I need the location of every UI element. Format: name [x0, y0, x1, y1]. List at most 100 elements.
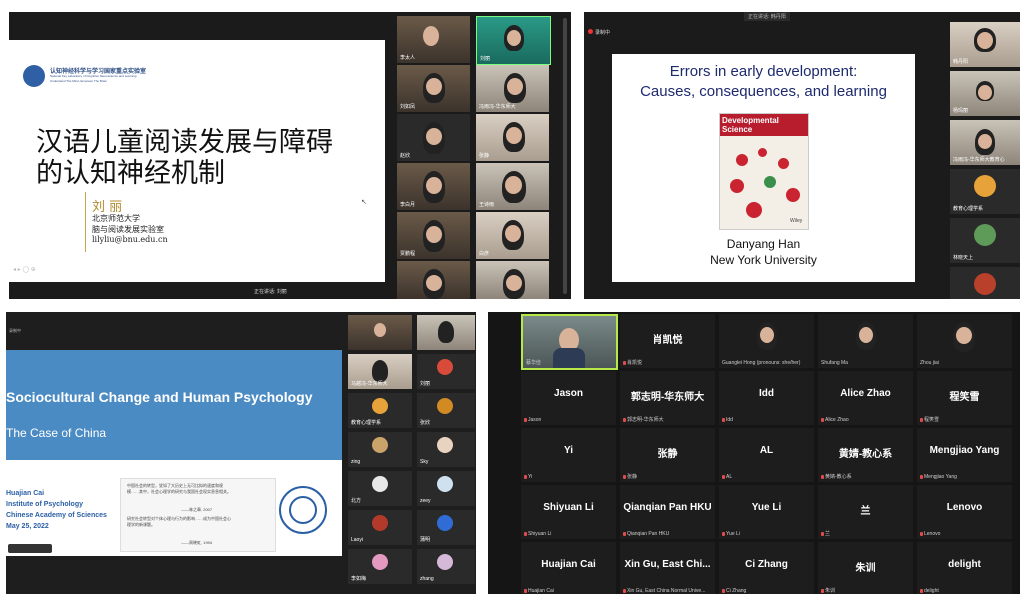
participant-display-name: 郭志明-华东师大 — [630, 392, 705, 403]
participant-tile[interactable]: 王诗雨 — [476, 163, 549, 210]
quote-attribution-1: ——林之章, 2007 — [181, 507, 213, 512]
participant-tile[interactable]: 肖凯悦 肖凯悦 — [620, 314, 715, 368]
participant-tile[interactable]: Xin Gu, East Chi... Xin Gu, East China No… — [620, 542, 715, 594]
participant-display-name: 兰 — [860, 506, 871, 517]
author-name: Huajian Cai — [6, 490, 45, 497]
participant-tile[interactable]: Alice Zhao Alice Zhao — [818, 371, 913, 425]
participant-name: AL — [722, 474, 732, 480]
mic-muted-icon — [920, 417, 923, 422]
participant-tile[interactable]: Lenovo Lenovo — [917, 485, 1012, 539]
participant-tile[interactable]: Huajian Cai Huajian Cai — [521, 542, 616, 594]
participant-name: Jason — [524, 417, 541, 423]
participant-tile[interactable]: Idd Idd — [719, 371, 814, 425]
participant-display-name: Xin Gu, East Chi... — [624, 559, 711, 570]
speaking-indicator: 正在讲话: 刘丽 — [254, 289, 287, 295]
participant-name: 张静 — [623, 473, 637, 480]
participant-tile[interactable]: Laoyi — [348, 510, 412, 545]
participant-tile[interactable]: 蒲明 — [417, 510, 475, 545]
recording-label: 录制中 — [595, 30, 611, 36]
participant-tile[interactable]: 赵欣 — [397, 114, 470, 161]
mic-muted-icon — [920, 588, 923, 593]
participant-tile[interactable]: 北方 — [348, 471, 412, 506]
participant-tile[interactable]: Guanglei Hong (pronouns: she/her) — [719, 314, 814, 368]
participant-display-name: Huajian Cai — [541, 559, 596, 570]
participant-tile[interactable]: 教育心理学系 — [950, 169, 1020, 214]
participant-tile[interactable]: Shiyuan Li Shiyuan Li — [521, 485, 616, 539]
participant-tile[interactable]: Mengjiao Yang Mengjiao Yang — [917, 428, 1012, 482]
participant-display-name: Yue Li — [751, 502, 782, 513]
mic-muted-icon — [722, 588, 725, 593]
participant-tile[interactable]: 杨玛丽 — [950, 71, 1020, 116]
participant-tile[interactable]: Zhou jiai — [917, 314, 1012, 368]
participant-tile[interactable]: 张静 张静 — [620, 428, 715, 482]
participant-name: 肖凯悦 — [623, 359, 642, 366]
participant-tile[interactable]: 李太人 — [397, 16, 470, 63]
slide-controls[interactable]: ◂ ▸ ◯ ⊕ — [13, 266, 73, 276]
participant-tile[interactable]: 韩丹阳 — [950, 22, 1020, 67]
speaker-email: lilyliu@bnu.edu.cn — [92, 235, 168, 244]
top-speaking-label: 正在讲话: 韩丹阳 — [744, 12, 790, 21]
participant-tile[interactable]: Shufang Ma — [818, 314, 913, 368]
participant-display-name: 朱训 — [855, 563, 876, 574]
participant-tile[interactable]: delight delight — [917, 542, 1012, 594]
participant-name: 蔡华俭 — [526, 360, 542, 366]
recording-indicator: 录制中 — [588, 29, 610, 36]
participant-tile[interactable]: Yi Yi — [521, 428, 616, 482]
shared-slide: Sociocultural Change and Human Psycholog… — [6, 350, 342, 556]
participant-tile[interactable]: 白彦 — [476, 212, 549, 259]
participant-tile[interactable]: zing — [348, 432, 412, 467]
participant-name: 黄婧-教心系 — [821, 473, 852, 480]
participant-tile[interactable]: 程笑雪 程笑雪 — [917, 371, 1012, 425]
participant-tile[interactable]: 教育心理学系 — [348, 393, 412, 428]
participant-tile[interactable]: AL AL — [719, 428, 814, 482]
participant-tile[interactable] — [397, 261, 470, 299]
participant-tile[interactable]: 马越冯-华东师大 — [348, 354, 412, 389]
participant-tile[interactable]: Jason Jason — [521, 371, 616, 425]
participant-tile[interactable]: 林晓天上 — [950, 218, 1020, 263]
divider — [85, 192, 86, 252]
participant-tile[interactable]: 郭志明-华东师大 郭志明-华东师大 — [620, 371, 715, 425]
mic-muted-icon — [524, 588, 527, 593]
participant-tile[interactable]: 黄婧-教心系 黄婧-教心系 — [818, 428, 913, 482]
participant-tile[interactable]: 冯雨冯-华东师大教育心 — [950, 120, 1020, 165]
participant-name: Shiyuan Li — [524, 531, 551, 537]
participant-tile[interactable]: 张欣 — [417, 393, 475, 428]
participant-tile[interactable] — [348, 315, 412, 350]
participant-tile[interactable]: Ci Zhang Ci Zhang — [719, 542, 814, 594]
participant-tile[interactable] — [476, 261, 549, 299]
participant-tile[interactable]: Sky — [417, 432, 475, 467]
participant-display-name: Jason — [554, 388, 583, 399]
participant-name: Mengjiao Yang — [920, 474, 957, 480]
participant-display-name: Idd — [759, 388, 774, 399]
participant-tile[interactable]: 冯雨冯-华东师大 — [476, 65, 549, 112]
screenshot-panel-1: 认知神经科学与学习国家重点实验室 National Key Laboratory… — [9, 12, 571, 299]
participant-tile[interactable]: 张静 — [476, 114, 549, 161]
participant-tile[interactable]: 朱训 朱训 — [818, 542, 913, 594]
shared-slide: Errors in early development: Causes, con… — [612, 54, 915, 282]
participant-tile[interactable]: 李如梅 — [348, 549, 412, 584]
participant-display-name: Yi — [563, 445, 574, 456]
screenshot-panel-3: 录制中 Sociocultural Change and Human Psych… — [6, 312, 476, 594]
cursor-icon: ↖ — [361, 199, 367, 206]
participant-tile[interactable]: 兰兰 — [818, 485, 913, 539]
participant-display-name: 张静 — [657, 449, 678, 460]
participant-tile[interactable]: 刘丽 — [476, 16, 551, 65]
participant-tile[interactable]: 李白月 — [397, 163, 470, 210]
mic-muted-icon — [524, 531, 527, 536]
participant-tile[interactable] — [417, 315, 475, 350]
participant-tile[interactable]: Yue Li Yue Li — [719, 485, 814, 539]
participant-tile[interactable]: 贾鹏程 — [397, 212, 470, 259]
participant-display-name: delight — [948, 559, 981, 570]
participant-tile[interactable]: 蔡华俭 — [521, 314, 618, 370]
participant-tile[interactable] — [950, 267, 1020, 299]
participant-tile[interactable]: Qianqian Pan HKU Qianqian Pan HKU — [620, 485, 715, 539]
participant-tile[interactable]: 刘丽 — [417, 354, 475, 389]
bottom-control[interactable] — [8, 544, 52, 553]
participant-tile[interactable]: 刘如凤 — [397, 65, 470, 112]
speaker-affiliation-1: 北京师范大学 — [92, 214, 140, 223]
shared-slide: 认知神经科学与学习国家重点实验室 National Key Laboratory… — [9, 40, 385, 282]
participant-tile[interactable]: zeey — [417, 471, 475, 506]
scrollbar[interactable] — [563, 18, 567, 294]
mic-muted-icon — [623, 531, 626, 536]
participant-tile[interactable]: zhang — [417, 549, 475, 584]
